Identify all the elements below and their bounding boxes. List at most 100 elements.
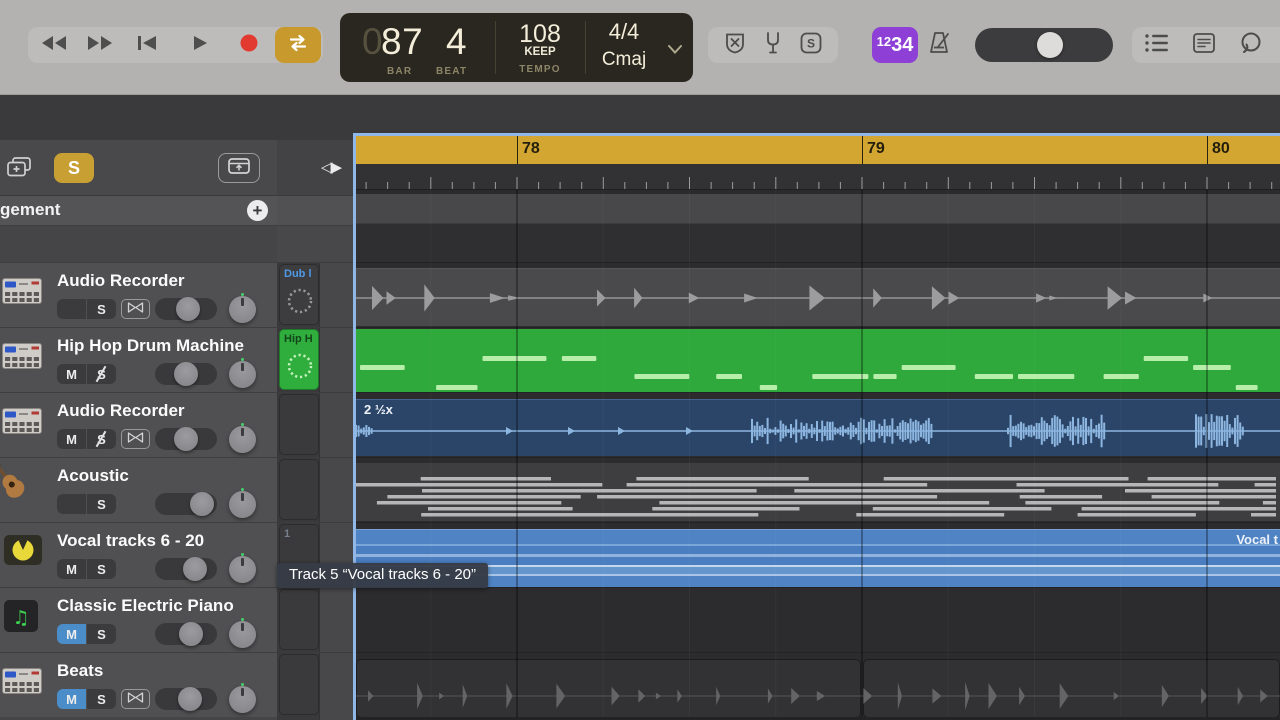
solo-button[interactable]: S bbox=[87, 299, 116, 319]
play-button[interactable] bbox=[180, 27, 220, 63]
track-lane[interactable] bbox=[356, 327, 1280, 392]
region[interactable]: 2 ½x bbox=[356, 399, 1280, 456]
volume-slider[interactable] bbox=[155, 493, 217, 515]
track-lane[interactable]: 2 ½x bbox=[356, 392, 1280, 457]
solo-button[interactable]: S bbox=[87, 429, 116, 449]
list-editors-icon[interactable] bbox=[1144, 32, 1170, 59]
solo-button[interactable]: S bbox=[87, 624, 116, 644]
lcd-display[interactable]: 0 87 4 BAR BEAT 108 KEEP TEMPO 4/4 Cmaj bbox=[340, 13, 693, 82]
solo-button[interactable]: S bbox=[87, 364, 116, 384]
track-lane[interactable] bbox=[356, 262, 1280, 327]
track-lane[interactable] bbox=[356, 587, 1280, 652]
grid-tracks-divider-icon[interactable]: ◁▶ bbox=[321, 158, 340, 176]
track-solo-mode-button[interactable]: S bbox=[54, 153, 94, 183]
cycle-button[interactable] bbox=[275, 27, 321, 63]
volume-knob[interactable] bbox=[174, 427, 198, 451]
track-header[interactable]: Hip Hop Drum Machine M S bbox=[0, 327, 277, 392]
track-lane[interactable] bbox=[356, 457, 1280, 522]
volume-slider[interactable] bbox=[155, 363, 217, 385]
track-header[interactable]: ♫ Classic Electric Piano M S bbox=[0, 587, 277, 652]
volume-slider[interactable] bbox=[155, 558, 217, 580]
track-icon bbox=[2, 343, 48, 387]
track-header[interactable]: Vocal tracks 6 - 20 M S bbox=[0, 522, 277, 587]
mute-button[interactable]: M bbox=[57, 559, 86, 579]
metronome-icon bbox=[926, 43, 952, 60]
pan-knob[interactable] bbox=[229, 556, 256, 583]
track-header[interactable]: Audio Recorder S bbox=[0, 262, 277, 327]
loop-browser-icon[interactable] bbox=[1238, 31, 1264, 60]
note-pads-icon[interactable] bbox=[1192, 32, 1216, 59]
track-lane[interactable] bbox=[356, 652, 1280, 717]
go-to-beginning-button[interactable] bbox=[127, 27, 167, 63]
pan-knob[interactable] bbox=[229, 491, 256, 518]
live-loops-cell[interactable]: Dub l bbox=[279, 264, 319, 325]
new-track-button[interactable] bbox=[6, 156, 32, 183]
mute-button[interactable] bbox=[57, 494, 86, 514]
live-loops-cell[interactable] bbox=[279, 589, 319, 650]
record-button[interactable] bbox=[229, 27, 269, 63]
cycle-range-ruler[interactable]: 787980 bbox=[356, 136, 1280, 164]
live-loops-cell[interactable] bbox=[279, 459, 319, 520]
rewind-button[interactable] bbox=[34, 27, 74, 63]
region[interactable] bbox=[356, 659, 1280, 718]
volume-slider[interactable] bbox=[155, 428, 217, 450]
pan-knob[interactable] bbox=[229, 296, 256, 323]
mute-solo-group: M S bbox=[57, 624, 116, 644]
crossfade-button[interactable] bbox=[121, 299, 150, 319]
pan-knob[interactable] bbox=[229, 621, 256, 648]
track-name: Audio Recorder bbox=[57, 271, 185, 291]
volume-knob[interactable] bbox=[176, 297, 200, 321]
gutter-row-divider bbox=[277, 522, 353, 523]
volume-slider[interactable] bbox=[155, 298, 217, 320]
track-lanes: 2 ½x Vocal t bbox=[356, 262, 1280, 717]
volume-knob[interactable] bbox=[174, 362, 198, 386]
mute-button[interactable]: M bbox=[57, 364, 86, 384]
mute-button[interactable] bbox=[57, 299, 86, 319]
solo-mode-icon[interactable]: S bbox=[799, 31, 823, 60]
mute-button[interactable]: M bbox=[57, 429, 86, 449]
solo-button[interactable]: S bbox=[87, 494, 116, 514]
live-loops-cell[interactable] bbox=[279, 654, 319, 715]
track-icon: ♫ bbox=[4, 600, 50, 644]
master-volume-slider[interactable] bbox=[975, 28, 1113, 62]
hide-tracks-button[interactable] bbox=[218, 153, 260, 183]
arrangement-track-row[interactable]: gement + bbox=[0, 196, 277, 226]
master-volume-knob[interactable] bbox=[1037, 32, 1063, 58]
pan-knob[interactable] bbox=[229, 686, 256, 713]
solo-button[interactable]: S bbox=[87, 689, 116, 709]
volume-slider[interactable] bbox=[155, 688, 217, 710]
track-header[interactable]: Audio Recorder M S bbox=[0, 392, 277, 457]
tracks-area[interactable]: 787980 2 ½x Vocal t bbox=[353, 133, 1280, 720]
mute-button[interactable]: M bbox=[57, 689, 86, 709]
pan-knob[interactable] bbox=[229, 426, 256, 453]
metronome-button[interactable] bbox=[926, 30, 952, 61]
tuner-icon[interactable] bbox=[761, 31, 785, 60]
pan-knob[interactable] bbox=[229, 361, 256, 388]
count-in-button[interactable]: 1234 bbox=[872, 27, 918, 63]
arrangement-lane bbox=[356, 194, 1280, 224]
bar-ruler[interactable] bbox=[356, 164, 1280, 190]
track-lane[interactable]: Vocal t bbox=[356, 522, 1280, 587]
region[interactable] bbox=[356, 268, 1280, 326]
replace-mode-icon[interactable] bbox=[723, 31, 747, 60]
volume-knob[interactable] bbox=[190, 492, 214, 516]
track-header[interactable]: Acoustic S bbox=[0, 457, 277, 522]
region[interactable] bbox=[356, 463, 1280, 521]
live-loops-cell[interactable]: Hip H bbox=[279, 329, 319, 390]
region[interactable]: Vocal t bbox=[356, 529, 1280, 587]
track-header[interactable]: Beats M S bbox=[0, 652, 277, 717]
lcd-chevron-down-icon[interactable] bbox=[668, 41, 682, 59]
add-arrangement-marker-button[interactable]: + bbox=[247, 200, 268, 221]
volume-knob[interactable] bbox=[183, 557, 207, 581]
region[interactable] bbox=[356, 329, 1280, 393]
fast-forward-button[interactable] bbox=[80, 27, 120, 63]
volume-knob[interactable] bbox=[178, 687, 202, 711]
volume-knob[interactable] bbox=[179, 622, 203, 646]
mute-button[interactable]: M bbox=[57, 624, 86, 644]
live-loops-cell[interactable] bbox=[279, 394, 319, 455]
crossfade-button[interactable] bbox=[121, 429, 150, 449]
crossfade-button[interactable] bbox=[121, 689, 150, 709]
region-label: Vocal t bbox=[1236, 532, 1278, 547]
solo-button[interactable]: S bbox=[87, 559, 116, 579]
volume-slider[interactable] bbox=[155, 623, 217, 645]
